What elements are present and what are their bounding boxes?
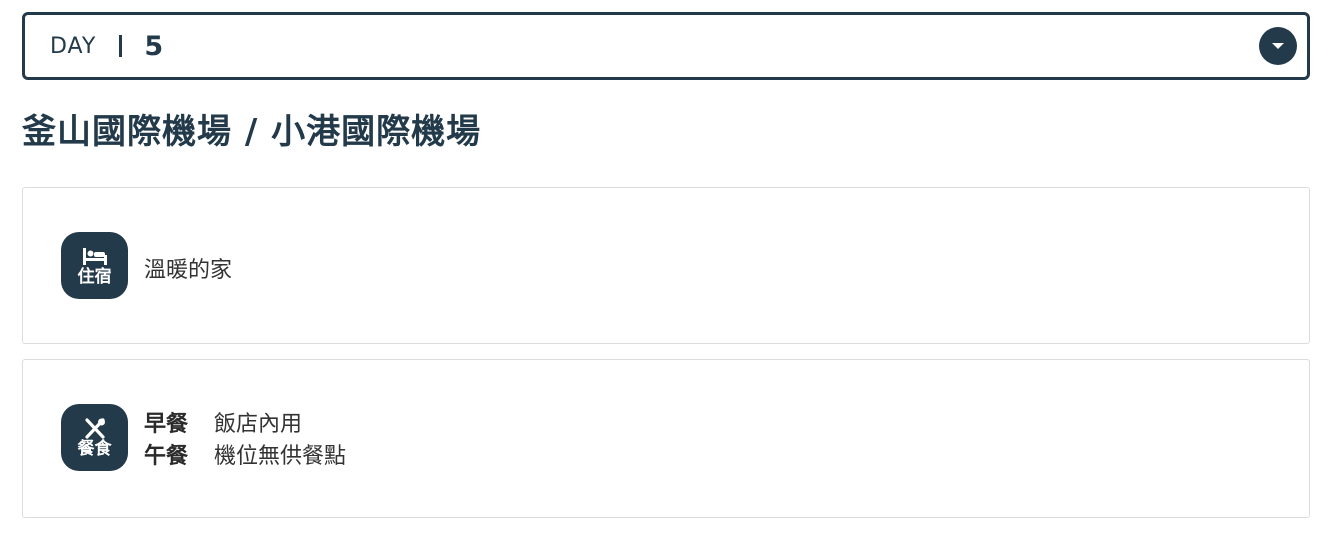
chevron-down-shape	[1272, 43, 1284, 49]
bed-icon	[82, 247, 107, 265]
meal-list: 早餐 飯店內用 午餐 機位無供餐點	[144, 406, 346, 470]
meals-badge: 餐食	[61, 404, 128, 471]
lodging-badge: 住宿	[61, 232, 128, 299]
meal-name: 午餐	[144, 444, 189, 469]
chevron-down-icon[interactable]	[1259, 27, 1297, 65]
meal-detail: 飯店內用	[214, 412, 303, 437]
lodging-badge-label: 住宿	[77, 266, 112, 287]
meals-card: 餐食 早餐 飯店內用 午餐 機位無供餐點	[22, 359, 1310, 518]
meal-detail: 機位無供餐點	[214, 444, 347, 469]
lodging-card: 住宿 溫暖的家	[22, 187, 1310, 344]
utensils-icon	[84, 417, 105, 439]
meals-badge-label: 餐食	[77, 438, 112, 459]
day-divider	[119, 35, 123, 57]
meal-name: 早餐	[144, 412, 189, 437]
day-number: 5	[144, 30, 164, 62]
meal-row-lunch: 午餐 機位無供餐點	[144, 438, 346, 470]
lodging-name: 溫暖的家	[144, 258, 233, 283]
day-selector[interactable]: DAY 5	[22, 12, 1310, 80]
day-label: DAY	[50, 33, 97, 59]
meal-row-breakfast: 早餐 飯店內用	[144, 406, 346, 438]
route-title: 釜山國際機場 / 小港國際機場	[22, 112, 482, 152]
